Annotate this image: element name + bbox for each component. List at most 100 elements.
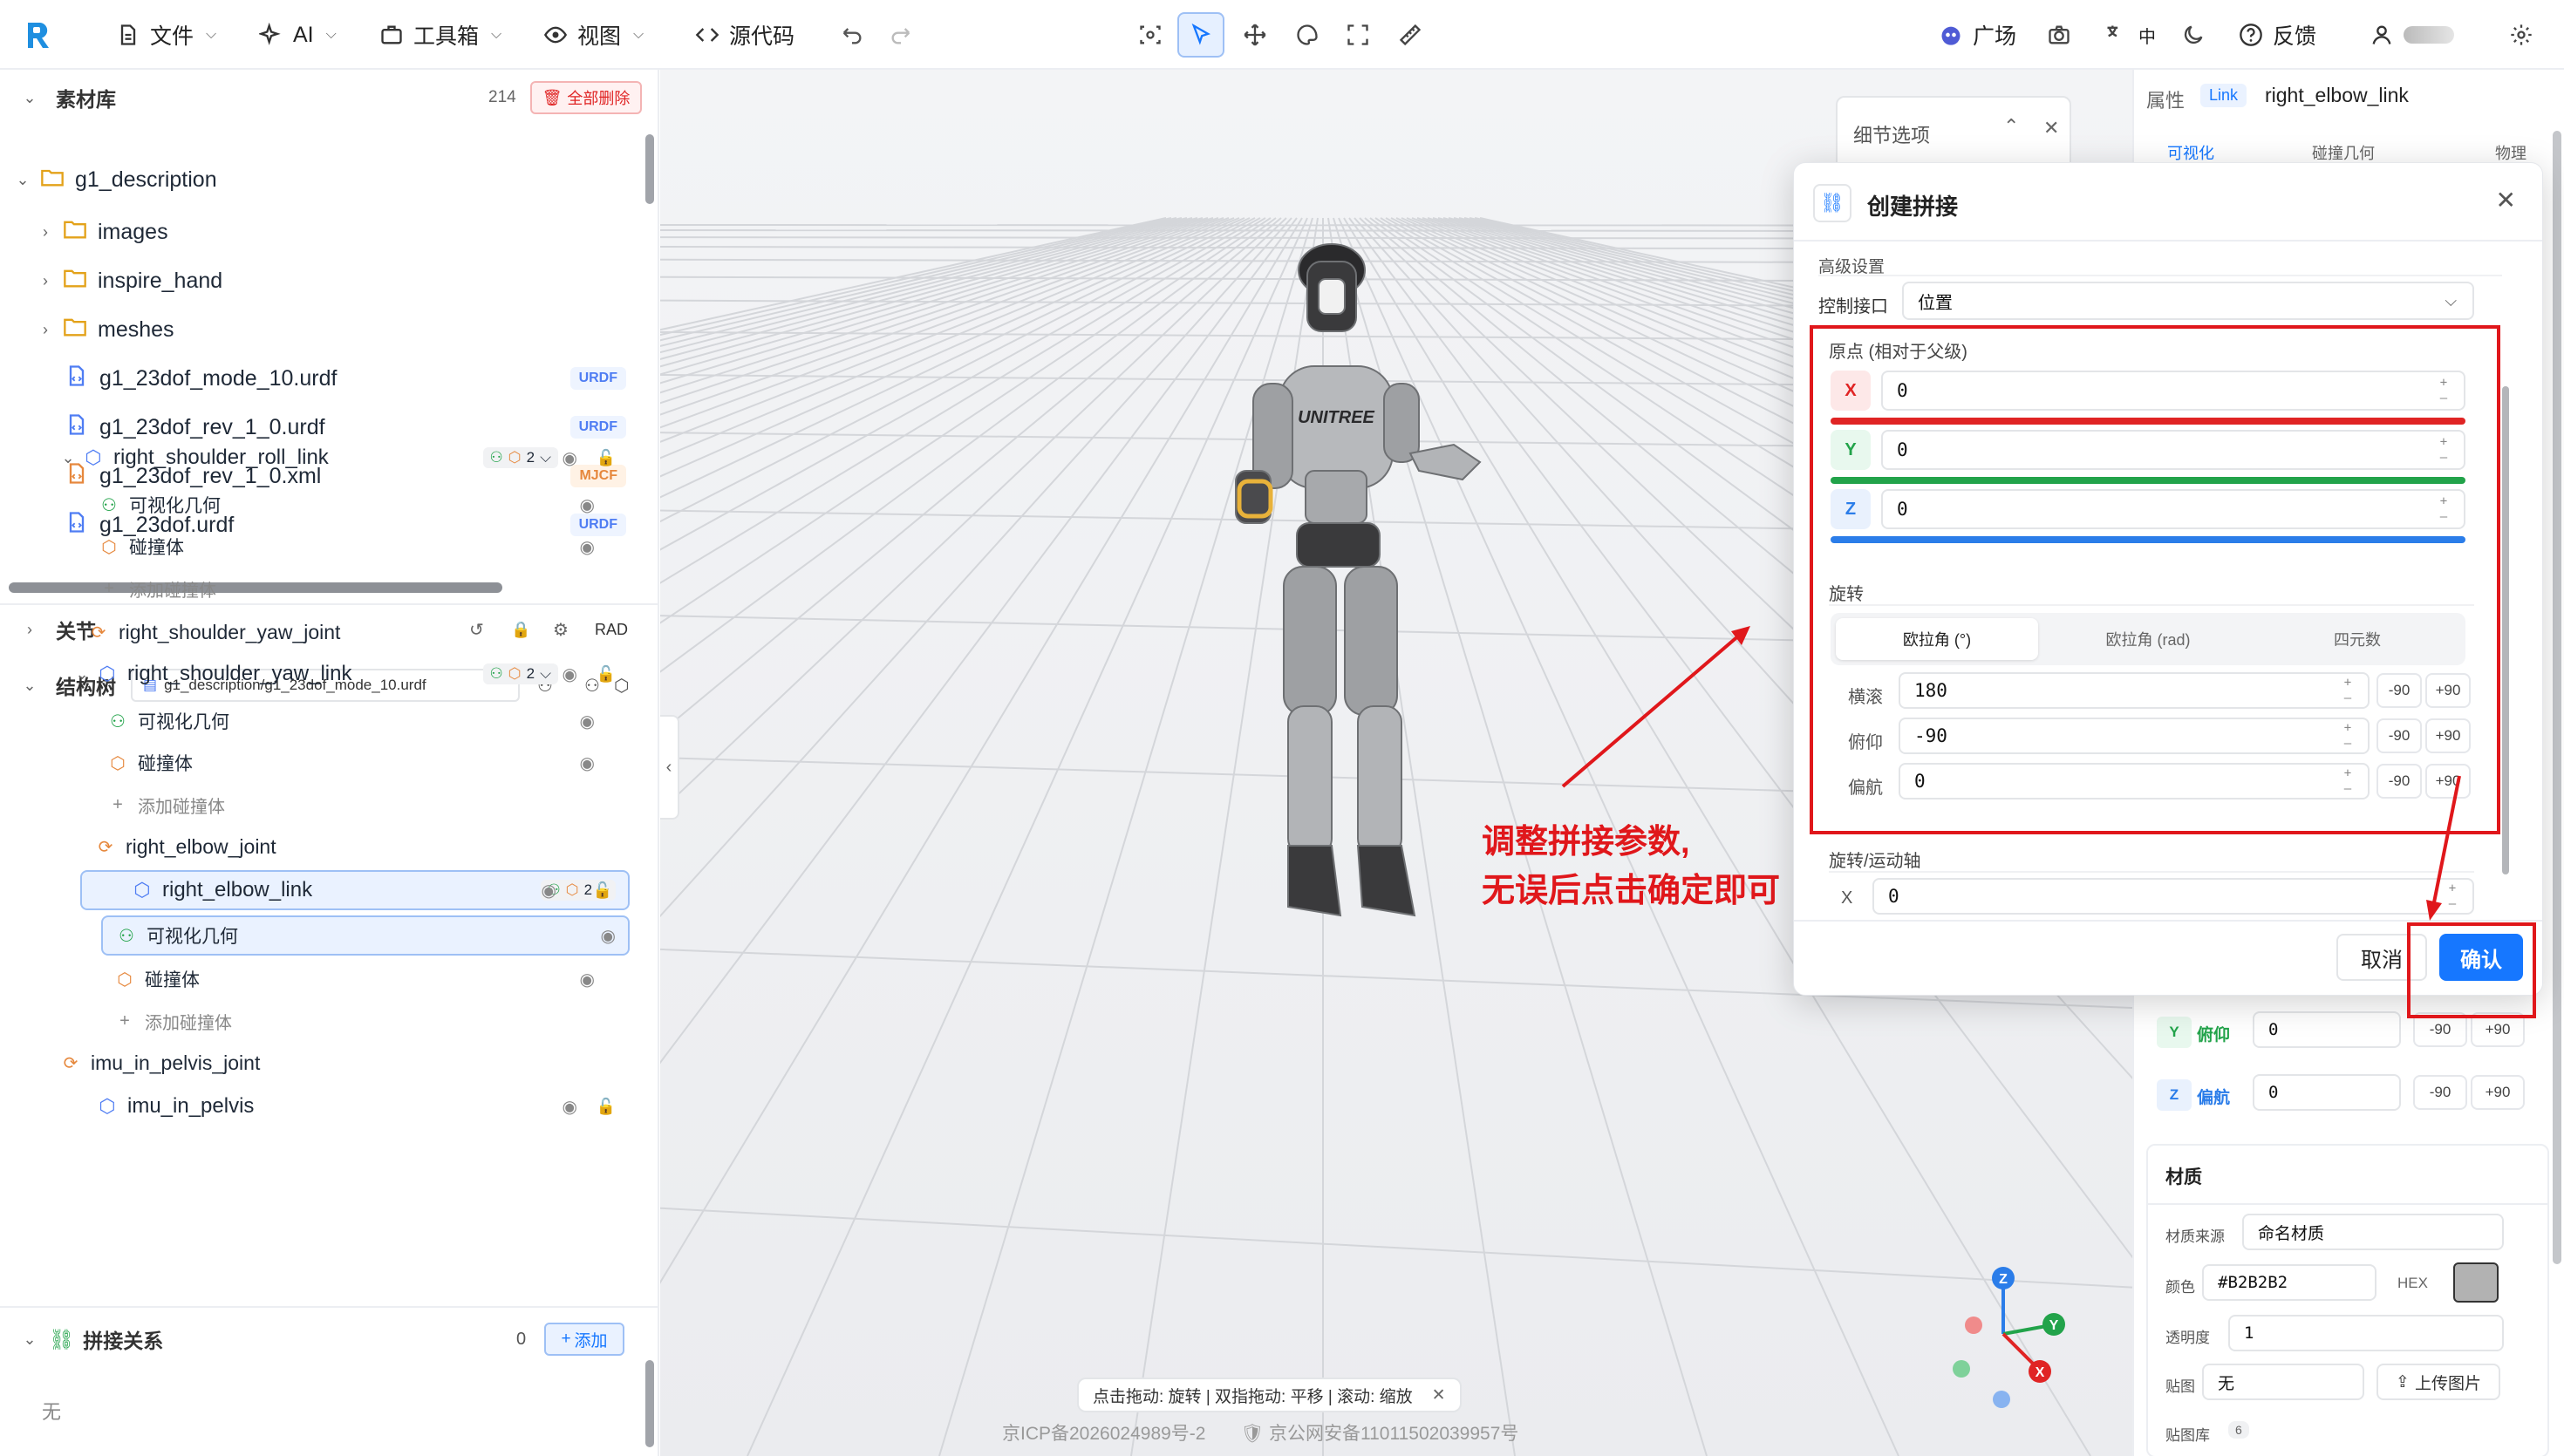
user-menu[interactable] (2369, 16, 2454, 54)
advanced-settings-label[interactable]: 高级设置 (1818, 254, 1885, 277)
asset-file[interactable]: g1_23dof_mode_10.urdf URDF (65, 356, 645, 401)
theme-toggle[interactable] (2180, 16, 2206, 54)
tab-physics[interactable]: 物理 (2425, 141, 2547, 162)
eye-icon[interactable]: ◉ (580, 752, 595, 774)
tree-collision-row[interactable]: ⬡ 碰撞体 ◉ (17, 743, 628, 783)
screenshot-button[interactable] (2046, 16, 2072, 54)
geometry-count-chip[interactable]: ⚇ ⬡ 2 ⌵ (482, 447, 558, 468)
ai-menu[interactable]: AI ⌵ (258, 16, 337, 54)
origin-z-input[interactable]: 0 + – (1881, 489, 2465, 529)
file-menu[interactable]: 文件 ⌵ (115, 16, 216, 54)
roll-minus90-button[interactable]: -90 (2376, 673, 2422, 708)
chevron-up-icon[interactable]: ⌃ (2003, 115, 2019, 138)
ruler-button[interactable] (1397, 16, 1423, 54)
camera-view-button[interactable] (1137, 16, 1163, 54)
tree-root-folder[interactable]: ⌄ g1_description (12, 157, 216, 202)
tree-joint-row[interactable]: ⟳ right_shoulder_yaw_joint (17, 612, 628, 652)
add-collision-button[interactable]: + 添加碰撞体 (17, 785, 628, 825)
eye-icon[interactable]: ◉ (580, 969, 595, 990)
geometry-count-chip[interactable]: ⚇ ⬡ 2 ⌵ (482, 663, 558, 684)
stepper[interactable]: + – (2336, 675, 2359, 706)
lock-icon[interactable]: 🔓 (593, 881, 612, 900)
assets-header[interactable]: ⌄ 素材库 214 🗑 全部删除 (0, 71, 659, 124)
tab-collision[interactable]: 碰撞几何 (2277, 141, 2425, 162)
eye-icon[interactable]: ◉ (563, 663, 577, 685)
tree-visual-row[interactable]: ⚇ 可视化几何 ◉ (101, 915, 630, 956)
tree-link-row[interactable]: ⬡ imu_in_pelvis ◉ 🔓 (17, 1086, 628, 1126)
vertical-scrollbar[interactable] (2553, 131, 2561, 1264)
source-code-button[interactable]: 源代码 (694, 16, 794, 54)
stepper[interactable]: + – (2432, 493, 2455, 525)
eye-icon[interactable]: ◉ (563, 447, 577, 469)
eye-icon[interactable]: ◉ (580, 536, 595, 558)
stepper[interactable]: + – (2432, 434, 2455, 466)
tree-link-row[interactable]: ⌄ ⬡ right_shoulder_roll_link ⚇ ⬡ 2 ⌵ ◉ 🔓 (17, 438, 628, 478)
color-hex-input[interactable]: #B2B2B2 (2202, 1264, 2376, 1301)
chevron-down-icon[interactable]: ⌄ (19, 89, 40, 107)
pitch-plus90-button[interactable]: +90 (2425, 718, 2471, 753)
material-source-select[interactable]: 命名材质 (2242, 1214, 2504, 1250)
roll-plus90-button[interactable]: +90 (2425, 673, 2471, 708)
stepper[interactable]: + – (2432, 375, 2455, 406)
undo-button[interactable] (839, 16, 865, 54)
fullscreen-button[interactable] (1345, 16, 1371, 54)
vertical-scrollbar[interactable] (645, 134, 654, 204)
language-button[interactable]: 中 (2104, 16, 2156, 54)
close-icon[interactable]: ✕ (2043, 117, 2059, 139)
feedback-button[interactable]: 反馈 (2238, 16, 2316, 54)
eye-icon[interactable]: ◉ (563, 1096, 577, 1118)
color-swatch[interactable] (2453, 1262, 2499, 1303)
settings-button[interactable] (2508, 16, 2534, 54)
tab-quaternion[interactable]: 四元数 (2256, 618, 2458, 660)
texture-library-label[interactable]: 贴图库 (2165, 1423, 2210, 1445)
view-menu[interactable]: 视图 ⌵ (542, 16, 644, 54)
eye-icon[interactable]: ◉ (580, 494, 595, 516)
add-collision-button[interactable]: + 添加碰撞体 (17, 568, 628, 609)
hex-mode-label[interactable]: HEX (2397, 1275, 2428, 1292)
tab-euler-radians[interactable]: 欧拉角 (rad) (2047, 618, 2249, 660)
vertical-scrollbar[interactable] (2502, 386, 2509, 874)
opacity-input[interactable]: 1 (2228, 1315, 2504, 1351)
police-badge[interactable]: 🛡 京公网安备11011502039957号 (1240, 1419, 1518, 1446)
stepper[interactable]: + – (2336, 720, 2359, 752)
roll-input[interactable]: 180 + – (1899, 672, 2370, 709)
stepper[interactable]: + – (2336, 765, 2359, 797)
app-logo[interactable] (24, 16, 54, 54)
tree-joint-row[interactable]: ⟳ imu_in_pelvis_joint (17, 1043, 628, 1083)
lock-icon[interactable]: 🔓 (597, 1098, 616, 1116)
splice-header[interactable]: ⌄ ⛓ 拼接关系 0 + 添加 (0, 1313, 659, 1365)
move-tool-button[interactable] (1242, 16, 1268, 54)
eye-icon[interactable]: ◉ (580, 711, 595, 732)
asset-folder[interactable]: › images (35, 209, 645, 255)
vertical-scrollbar[interactable] (645, 1360, 654, 1447)
add-splice-button[interactable]: + 添加 (544, 1323, 624, 1356)
tree-collision-row[interactable]: ⬡ 碰撞体 ◉ (17, 527, 628, 567)
tree-link-row[interactable]: ⬡ right_elbow_link ⚇ ⬡ 2 ⌵ ◉ 🔓 (80, 870, 630, 910)
lock-icon[interactable]: 🔓 (597, 665, 616, 684)
tab-visual[interactable]: 可视化 (2146, 141, 2277, 162)
yaw-plus90-button[interactable]: +90 (2471, 1075, 2525, 1110)
chevron-down-icon[interactable]: ⌄ (19, 1330, 40, 1349)
pitch-minus90-button[interactable]: -90 (2376, 718, 2422, 753)
palette-button[interactable] (1294, 16, 1320, 54)
tree-link-row[interactable]: ⌄ ⬡ right_shoulder_yaw_link ⚇ ⬡ 2 ⌵ ◉ 🔓 (17, 654, 628, 694)
select-tool-button[interactable] (1177, 12, 1224, 58)
origin-x-input[interactable]: 0 + – (1881, 371, 2465, 411)
asset-folder[interactable]: › meshes (35, 307, 645, 352)
icp-link[interactable]: 京ICP备2026024989号-2 (1002, 1419, 1205, 1446)
redo-button[interactable] (888, 16, 914, 54)
tree-visual-row[interactable]: ⚇ 可视化几何 ◉ (17, 701, 628, 741)
plaza-button[interactable]: 广场 (1938, 16, 2016, 54)
eye-icon[interactable]: ◉ (542, 880, 556, 901)
tab-euler-degrees[interactable]: 欧拉角 (°) (1836, 618, 2038, 660)
eye-icon[interactable]: ◉ (601, 925, 616, 947)
tree-visual-row[interactable]: ⚇ 可视化几何 ◉ (17, 485, 628, 525)
yaw-minus90-button[interactable]: -90 (2413, 1075, 2467, 1110)
delete-all-button[interactable]: 🗑 全部删除 (530, 81, 642, 114)
close-icon[interactable]: ✕ (1432, 1385, 1446, 1405)
texture-select[interactable]: 无 (2202, 1364, 2364, 1400)
pitch-input[interactable]: -90 + – (1899, 718, 2370, 754)
upload-image-button[interactable]: ⇪ 上传图片 (2376, 1364, 2500, 1400)
yaw-input[interactable]: 0 (2253, 1074, 2401, 1111)
yaw-input[interactable]: 0 + – (1899, 763, 2370, 799)
